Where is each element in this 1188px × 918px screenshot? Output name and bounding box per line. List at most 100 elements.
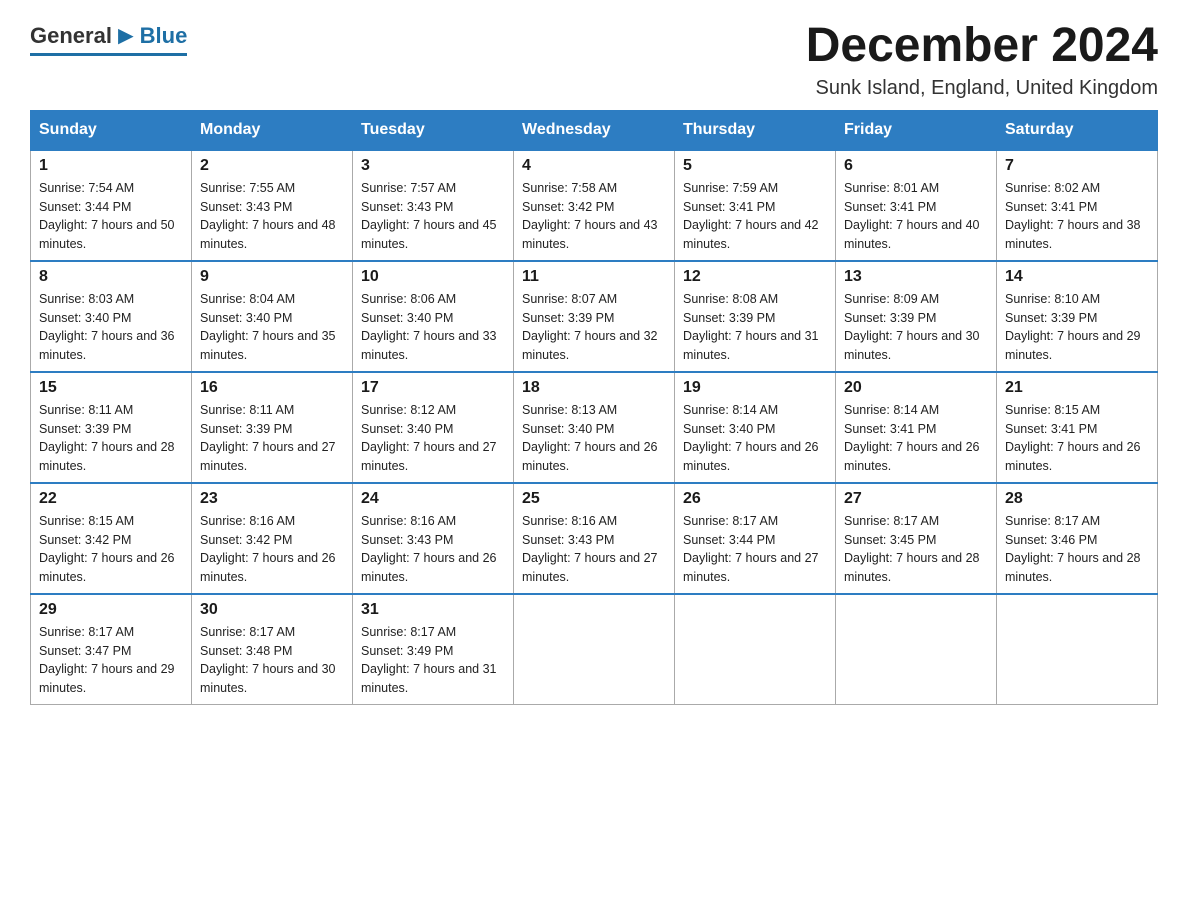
- day-info: Sunrise: 8:17 AMSunset: 3:49 PMDaylight:…: [361, 625, 497, 695]
- calendar-cell: 8 Sunrise: 8:03 AMSunset: 3:40 PMDayligh…: [31, 261, 192, 372]
- day-number: 28: [1005, 490, 1149, 508]
- calendar-cell: 19 Sunrise: 8:14 AMSunset: 3:40 PMDaylig…: [675, 372, 836, 483]
- calendar-cell: 15 Sunrise: 8:11 AMSunset: 3:39 PMDaylig…: [31, 372, 192, 483]
- calendar-cell: 22 Sunrise: 8:15 AMSunset: 3:42 PMDaylig…: [31, 483, 192, 594]
- day-number: 4: [522, 157, 666, 175]
- calendar-cell: 5 Sunrise: 7:59 AMSunset: 3:41 PMDayligh…: [675, 150, 836, 261]
- calendar-cell: 9 Sunrise: 8:04 AMSunset: 3:40 PMDayligh…: [192, 261, 353, 372]
- calendar-cell: [514, 594, 675, 705]
- calendar-cell: 12 Sunrise: 8:08 AMSunset: 3:39 PMDaylig…: [675, 261, 836, 372]
- day-number: 27: [844, 490, 988, 508]
- day-number: 9: [200, 268, 344, 286]
- day-info: Sunrise: 8:03 AMSunset: 3:40 PMDaylight:…: [39, 292, 175, 362]
- day-info: Sunrise: 8:14 AMSunset: 3:40 PMDaylight:…: [683, 403, 819, 473]
- day-info: Sunrise: 8:11 AMSunset: 3:39 PMDaylight:…: [39, 403, 175, 473]
- day-number: 12: [683, 268, 827, 286]
- day-info: Sunrise: 8:07 AMSunset: 3:39 PMDaylight:…: [522, 292, 658, 362]
- calendar-cell: [836, 594, 997, 705]
- day-number: 30: [200, 601, 344, 619]
- week-row-3: 15 Sunrise: 8:11 AMSunset: 3:39 PMDaylig…: [31, 372, 1158, 483]
- day-info: Sunrise: 8:10 AMSunset: 3:39 PMDaylight:…: [1005, 292, 1141, 362]
- day-info: Sunrise: 8:16 AMSunset: 3:42 PMDaylight:…: [200, 514, 336, 584]
- day-info: Sunrise: 8:16 AMSunset: 3:43 PMDaylight:…: [361, 514, 497, 584]
- day-number: 23: [200, 490, 344, 508]
- col-header-saturday: Saturday: [997, 110, 1158, 150]
- calendar-cell: 30 Sunrise: 8:17 AMSunset: 3:48 PMDaylig…: [192, 594, 353, 705]
- calendar-cell: 17 Sunrise: 8:12 AMSunset: 3:40 PMDaylig…: [353, 372, 514, 483]
- day-info: Sunrise: 8:17 AMSunset: 3:45 PMDaylight:…: [844, 514, 980, 584]
- calendar-cell: 21 Sunrise: 8:15 AMSunset: 3:41 PMDaylig…: [997, 372, 1158, 483]
- calendar-cell: 24 Sunrise: 8:16 AMSunset: 3:43 PMDaylig…: [353, 483, 514, 594]
- month-title: December 2024: [806, 20, 1158, 73]
- day-info: Sunrise: 8:04 AMSunset: 3:40 PMDaylight:…: [200, 292, 336, 362]
- day-info: Sunrise: 8:09 AMSunset: 3:39 PMDaylight:…: [844, 292, 980, 362]
- col-header-wednesday: Wednesday: [514, 110, 675, 150]
- day-info: Sunrise: 8:17 AMSunset: 3:47 PMDaylight:…: [39, 625, 175, 695]
- day-number: 21: [1005, 379, 1149, 397]
- calendar-cell: 2 Sunrise: 7:55 AMSunset: 3:43 PMDayligh…: [192, 150, 353, 261]
- day-number: 22: [39, 490, 183, 508]
- day-number: 7: [1005, 157, 1149, 175]
- logo: General ► Blue: [30, 20, 187, 56]
- calendar-cell: 26 Sunrise: 8:17 AMSunset: 3:44 PMDaylig…: [675, 483, 836, 594]
- day-number: 24: [361, 490, 505, 508]
- day-number: 18: [522, 379, 666, 397]
- day-info: Sunrise: 8:17 AMSunset: 3:46 PMDaylight:…: [1005, 514, 1141, 584]
- day-number: 26: [683, 490, 827, 508]
- day-number: 29: [39, 601, 183, 619]
- col-header-monday: Monday: [192, 110, 353, 150]
- title-area: December 2024 Sunk Island, England, Unit…: [806, 20, 1158, 100]
- day-number: 3: [361, 157, 505, 175]
- day-info: Sunrise: 8:08 AMSunset: 3:39 PMDaylight:…: [683, 292, 819, 362]
- day-number: 11: [522, 268, 666, 286]
- day-info: Sunrise: 7:59 AMSunset: 3:41 PMDaylight:…: [683, 181, 819, 251]
- day-number: 6: [844, 157, 988, 175]
- calendar-cell: 6 Sunrise: 8:01 AMSunset: 3:41 PMDayligh…: [836, 150, 997, 261]
- day-number: 14: [1005, 268, 1149, 286]
- day-info: Sunrise: 8:13 AMSunset: 3:40 PMDaylight:…: [522, 403, 658, 473]
- calendar-cell: 11 Sunrise: 8:07 AMSunset: 3:39 PMDaylig…: [514, 261, 675, 372]
- header: General ► Blue December 2024 Sunk Island…: [30, 20, 1158, 100]
- week-row-5: 29 Sunrise: 8:17 AMSunset: 3:47 PMDaylig…: [31, 594, 1158, 705]
- location-subtitle: Sunk Island, England, United Kingdom: [806, 77, 1158, 100]
- calendar-cell: 10 Sunrise: 8:06 AMSunset: 3:40 PMDaylig…: [353, 261, 514, 372]
- week-row-1: 1 Sunrise: 7:54 AMSunset: 3:44 PMDayligh…: [31, 150, 1158, 261]
- calendar-cell: [675, 594, 836, 705]
- logo-general-text: General: [30, 23, 112, 49]
- day-info: Sunrise: 8:16 AMSunset: 3:43 PMDaylight:…: [522, 514, 658, 584]
- calendar-cell: 7 Sunrise: 8:02 AMSunset: 3:41 PMDayligh…: [997, 150, 1158, 261]
- calendar-cell: [997, 594, 1158, 705]
- week-row-2: 8 Sunrise: 8:03 AMSunset: 3:40 PMDayligh…: [31, 261, 1158, 372]
- day-info: Sunrise: 8:01 AMSunset: 3:41 PMDaylight:…: [844, 181, 980, 251]
- day-info: Sunrise: 7:54 AMSunset: 3:44 PMDaylight:…: [39, 181, 175, 251]
- day-number: 2: [200, 157, 344, 175]
- calendar-cell: 3 Sunrise: 7:57 AMSunset: 3:43 PMDayligh…: [353, 150, 514, 261]
- calendar-cell: 25 Sunrise: 8:16 AMSunset: 3:43 PMDaylig…: [514, 483, 675, 594]
- logo-arrow-icon: ►: [113, 20, 139, 51]
- day-info: Sunrise: 8:17 AMSunset: 3:44 PMDaylight:…: [683, 514, 819, 584]
- calendar-cell: 31 Sunrise: 8:17 AMSunset: 3:49 PMDaylig…: [353, 594, 514, 705]
- day-info: Sunrise: 8:14 AMSunset: 3:41 PMDaylight:…: [844, 403, 980, 473]
- day-number: 20: [844, 379, 988, 397]
- day-number: 1: [39, 157, 183, 175]
- day-info: Sunrise: 8:15 AMSunset: 3:41 PMDaylight:…: [1005, 403, 1141, 473]
- logo-underline: [30, 53, 187, 56]
- day-number: 19: [683, 379, 827, 397]
- day-number: 8: [39, 268, 183, 286]
- calendar-table: SundayMondayTuesdayWednesdayThursdayFrid…: [30, 110, 1158, 705]
- day-info: Sunrise: 8:02 AMSunset: 3:41 PMDaylight:…: [1005, 181, 1141, 251]
- day-info: Sunrise: 8:11 AMSunset: 3:39 PMDaylight:…: [200, 403, 336, 473]
- day-info: Sunrise: 7:58 AMSunset: 3:42 PMDaylight:…: [522, 181, 658, 251]
- col-header-thursday: Thursday: [675, 110, 836, 150]
- day-number: 5: [683, 157, 827, 175]
- day-number: 10: [361, 268, 505, 286]
- day-info: Sunrise: 8:12 AMSunset: 3:40 PMDaylight:…: [361, 403, 497, 473]
- logo-blue-text: Blue: [140, 23, 188, 49]
- day-number: 15: [39, 379, 183, 397]
- day-info: Sunrise: 8:15 AMSunset: 3:42 PMDaylight:…: [39, 514, 175, 584]
- day-number: 16: [200, 379, 344, 397]
- day-info: Sunrise: 7:55 AMSunset: 3:43 PMDaylight:…: [200, 181, 336, 251]
- col-header-tuesday: Tuesday: [353, 110, 514, 150]
- calendar-cell: 20 Sunrise: 8:14 AMSunset: 3:41 PMDaylig…: [836, 372, 997, 483]
- calendar-cell: 27 Sunrise: 8:17 AMSunset: 3:45 PMDaylig…: [836, 483, 997, 594]
